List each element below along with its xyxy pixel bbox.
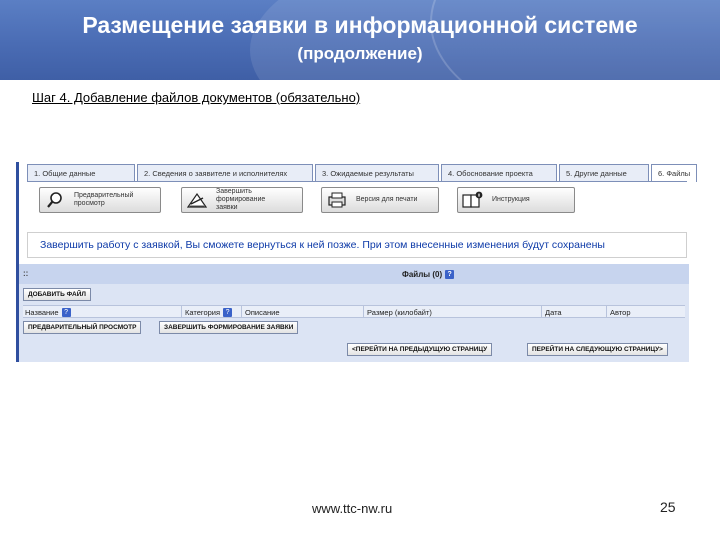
tab-files[interactable]: 6. Файлы	[651, 164, 697, 182]
book-info-icon	[462, 190, 484, 210]
help-icon[interactable]: ?	[61, 308, 71, 317]
pencil-ruler-icon	[186, 190, 208, 210]
files-title-text: Файлы (0)	[402, 270, 443, 279]
notice-message: Завершить работу с заявкой, Вы сможете в…	[27, 232, 687, 258]
column-name[interactable]: Название ?	[25, 308, 71, 317]
preview-button[interactable]: Предварительный просмотр	[39, 187, 161, 213]
magnifier-icon	[44, 190, 66, 210]
help-icon[interactable]: ?	[223, 308, 233, 317]
column-date[interactable]: Дата	[541, 306, 562, 317]
drag-grip-icon[interactable]: ::	[23, 269, 28, 278]
preview-button-label: Предварительный просмотр	[74, 192, 134, 207]
column-size[interactable]: Размер (килобайт)	[363, 306, 432, 317]
files-table-header: Название ? Категория ? Описание Размер (…	[23, 305, 685, 318]
preview-bottom-button[interactable]: ПРЕДВАРИТЕЛЬНЫЙ ПРОСМОТР	[23, 321, 142, 334]
tab-applicant[interactable]: 2. Сведения о заявителе и исполнителях	[137, 164, 313, 182]
slide-subtitle: (продолжение)	[297, 44, 423, 63]
files-panel: ДОБАВИТЬ ФАЙЛ Название ? Категория ? Опи…	[19, 284, 689, 362]
page-number: 25	[660, 499, 676, 515]
finish-button-label: Завершить формирование заявки	[216, 188, 266, 211]
instruction-button[interactable]: Инструкция	[457, 187, 575, 213]
tab-general[interactable]: 1. Общие данные	[27, 164, 135, 182]
printer-icon	[326, 190, 348, 210]
column-description[interactable]: Описание	[241, 306, 280, 317]
print-version-button[interactable]: Версия для печати	[321, 187, 439, 213]
tab-bar: 1. Общие данные 2. Сведения о заявителе …	[27, 164, 699, 182]
files-title: Файлы (0) ?	[402, 270, 455, 279]
prev-page-button[interactable]: <ПЕРЕЙТИ НА ПРЕДЫДУЩУЮ СТРАНИЦУ	[347, 343, 493, 356]
add-file-button[interactable]: ДОБАВИТЬ ФАЙЛ	[23, 288, 91, 301]
column-author[interactable]: Автор	[606, 306, 631, 317]
column-category-label: Категория	[185, 308, 221, 317]
finish-bottom-button[interactable]: ЗАВЕРШИТЬ ФОРМИРОВАНИЕ ЗАЯВКИ	[159, 321, 299, 334]
finish-button[interactable]: Завершить формирование заявки	[181, 187, 303, 213]
files-section-header: :: Файлы (0) ?	[19, 264, 689, 284]
next-page-button[interactable]: ПЕРЕЙТИ НА СЛЕДУЮЩУЮ СТРАНИЦУ>	[527, 343, 668, 356]
tab-justification[interactable]: 4. Обоснование проекта	[441, 164, 557, 182]
instruction-label: Инструкция	[492, 196, 530, 203]
step-title: Шаг 4. Добавление файлов документов (обя…	[32, 90, 361, 105]
help-icon[interactable]: ?	[445, 270, 455, 279]
footer-url: www.ttc-nw.ru	[312, 501, 393, 516]
column-category[interactable]: Категория ?	[181, 306, 233, 317]
tab-results[interactable]: 3. Ожидаемые результаты	[315, 164, 439, 182]
slide-title: Размещение заявки в информационной систе…	[82, 12, 638, 38]
app-screenshot: 1. Общие данные 2. Сведения о заявителе …	[16, 162, 697, 362]
print-version-label: Версия для печати	[356, 196, 418, 203]
tab-underline	[27, 181, 687, 182]
tab-other[interactable]: 5. Другие данные	[559, 164, 649, 182]
slide-header: Размещение заявки в информационной систе…	[0, 0, 720, 80]
column-name-label: Название	[25, 308, 59, 317]
